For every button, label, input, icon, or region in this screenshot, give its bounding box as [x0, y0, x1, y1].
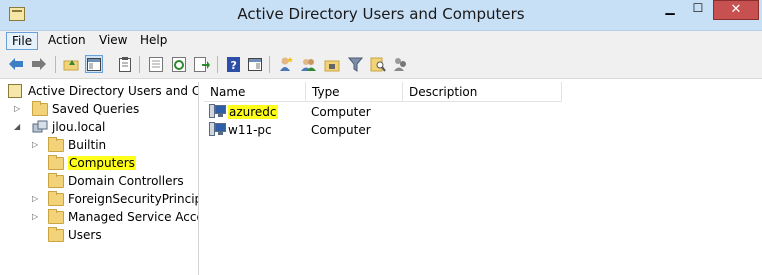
folder-icon [48, 190, 64, 206]
expand-arrow-icon[interactable]: ▷ [32, 212, 42, 222]
tree-root-label: Active Directory Users and Com [28, 84, 198, 98]
list-item-type: Computer [311, 123, 371, 137]
title-bar: Active Directory Users and Computers ▁ ☐… [0, 0, 762, 31]
tree-item-label: Computers [68, 156, 136, 170]
computer-icon [209, 104, 226, 119]
folder-icon [32, 100, 48, 116]
tree-item-label: Users [68, 228, 102, 242]
minimize-icon: ▁ [665, 1, 675, 15]
minimize-button[interactable]: ▁ [657, 0, 683, 20]
expand-arrow-icon[interactable]: ▷ [14, 104, 24, 114]
folder-icon [48, 154, 64, 170]
tree-item-label: Domain Controllers [68, 174, 184, 188]
list-item-type: Computer [311, 105, 371, 119]
tree-item-label: Managed Service Accour [68, 210, 198, 224]
find-icon[interactable] [369, 55, 387, 73]
new-ou-icon[interactable] [323, 55, 341, 73]
tree-item-domain-controllers[interactable]: Domain Controllers [48, 172, 184, 190]
tree-item-users[interactable]: Users [48, 226, 102, 244]
maximize-button[interactable]: ☐ [685, 0, 711, 20]
expand-arrow-icon[interactable]: ▷ [32, 140, 42, 150]
svg-text:?: ? [230, 59, 236, 72]
close-button[interactable]: ✕ [713, 0, 759, 20]
list-item[interactable]: w11-pc Computer [204, 121, 762, 139]
tree-root[interactable]: Active Directory Users and Com [8, 82, 198, 100]
menu-bar: File Action View Help [0, 31, 762, 51]
column-header-description[interactable]: Description [403, 82, 562, 102]
window-title: Active Directory Users and Computers [237, 5, 525, 23]
tree-item-label: jlou.local [52, 120, 106, 134]
expand-arrow-icon[interactable]: ▷ [32, 194, 42, 204]
menu-view[interactable]: View [94, 32, 132, 50]
filter-icon[interactable] [346, 55, 364, 73]
column-header-type[interactable]: Type [306, 82, 403, 102]
tree-item-label: ForeignSecurityPrincipals [68, 192, 198, 206]
show-action-pane-icon[interactable] [246, 55, 264, 73]
tree-item-managed-service-accounts[interactable]: ▷ Managed Service Accour [32, 208, 198, 226]
menu-file[interactable]: File [6, 32, 39, 50]
maximize-icon: ☐ [692, 1, 704, 15]
up-folder-icon[interactable] [62, 55, 80, 73]
tree-item-builtin[interactable]: ▷ Builtin [32, 136, 106, 154]
new-user-icon[interactable] [277, 55, 295, 73]
properties-icon[interactable] [116, 55, 134, 73]
folder-icon [48, 226, 64, 242]
folder-icon [48, 172, 64, 188]
help-icon[interactable]: ? [224, 55, 242, 73]
tree-item-foreign-security-principals[interactable]: ▷ ForeignSecurityPrincipals [32, 190, 198, 208]
tree-item-domain[interactable]: ◢ jlou.local [14, 118, 105, 136]
menu-action[interactable]: Action [43, 32, 91, 50]
computer-icon [209, 122, 226, 137]
forward-arrow-icon[interactable] [30, 55, 48, 73]
menu-help[interactable]: Help [135, 32, 172, 50]
tree-item-label: Saved Queries [52, 102, 140, 116]
domain-icon [32, 120, 48, 134]
collapse-arrow-icon[interactable]: ◢ [14, 122, 24, 132]
export-list-icon[interactable] [147, 55, 165, 73]
tree-item-computers[interactable]: Computers [48, 154, 136, 172]
refresh-icon[interactable] [170, 55, 188, 73]
new-group-icon[interactable] [300, 55, 318, 73]
show-hide-console-tree-icon[interactable] [85, 55, 103, 73]
list-item[interactable]: azuredc Computer [204, 103, 762, 121]
column-header-name[interactable]: Name [204, 82, 306, 102]
list-item-name: azuredc [228, 105, 278, 119]
list-item-name: w11-pc [228, 123, 272, 137]
export-icon[interactable] [193, 55, 211, 73]
close-icon: ✕ [730, 2, 742, 17]
add-to-group-icon[interactable] [392, 55, 410, 73]
folder-icon [48, 136, 64, 152]
folder-icon [48, 208, 64, 224]
ad-snapin-icon [8, 84, 22, 98]
results-list: Name Type Description azuredc Computer w… [204, 82, 762, 275]
tree-item-saved-queries[interactable]: ▷ Saved Queries [14, 100, 139, 118]
back-arrow-icon[interactable] [7, 55, 25, 73]
toolbar: ? [0, 51, 762, 79]
tree-item-label: Builtin [68, 138, 107, 152]
console-tree: Active Directory Users and Com ▷ Saved Q… [0, 82, 199, 275]
